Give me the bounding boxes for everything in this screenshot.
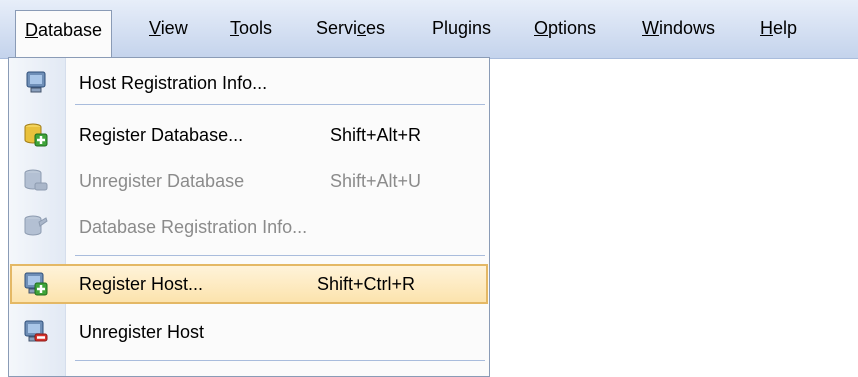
host-registration-info-label: Host Registration Info... — [79, 73, 268, 93]
menu-item-database-registration-info[interactable]: Database Registration Info... — [10, 207, 488, 247]
database-info-icon — [24, 215, 48, 236]
menu-help[interactable]: Help — [760, 12, 797, 44]
menu-services[interactable]: Services — [316, 12, 385, 44]
menu-item-host-registration-info[interactable]: Host Registration Info... — [10, 63, 488, 103]
menu-plugins[interactable]: Plugins — [432, 12, 491, 44]
unregister-host-icon — [24, 320, 48, 342]
unregister-database-shortcut: Shift+Alt+U — [330, 171, 422, 191]
register-host-icon — [24, 272, 48, 296]
menu-database-mnemonic: D — [25, 20, 38, 40]
menu-tools[interactable]: Tools — [230, 12, 272, 44]
menu-view[interactable]: View — [149, 12, 188, 44]
menu-item-unregister-host[interactable]: Unregister Host — [10, 312, 488, 352]
unregister-database-label: Unregister Database — [79, 171, 245, 191]
register-host-shortcut: Shift+Ctrl+R — [317, 274, 416, 294]
unregister-host-label: Unregister Host — [79, 322, 205, 342]
menu-windows[interactable]: Windows — [642, 12, 715, 44]
menu-item-register-host[interactable]: Register Host... Shift+Ctrl+R — [10, 264, 488, 304]
host-info-icon — [26, 71, 46, 93]
unregister-database-icon — [24, 169, 48, 191]
register-database-label: Register Database... — [79, 125, 244, 145]
menu-item-unregister-database[interactable]: Unregister Database Shift+Alt+U — [10, 161, 488, 201]
menu-separator — [75, 104, 485, 105]
register-database-icon — [24, 123, 48, 147]
menu-database-label: atabase — [38, 20, 103, 40]
menu-item-register-database[interactable]: Register Database... Shift+Alt+R — [10, 115, 488, 155]
database-registration-info-label: Database Registration Info... — [79, 217, 308, 237]
menu-separator — [75, 255, 485, 256]
register-host-label: Register Host... — [79, 274, 204, 294]
menu-separator — [75, 360, 485, 361]
register-database-shortcut: Shift+Alt+R — [330, 125, 422, 145]
menu-database[interactable]: Database — [15, 10, 113, 58]
menu-options[interactable]: Options — [534, 12, 596, 44]
database-dropdown-menu: Host Registration Info... Register Datab… — [8, 57, 490, 377]
menu-bar: Database View Tools Services Plugins Opt… — [0, 0, 858, 59]
